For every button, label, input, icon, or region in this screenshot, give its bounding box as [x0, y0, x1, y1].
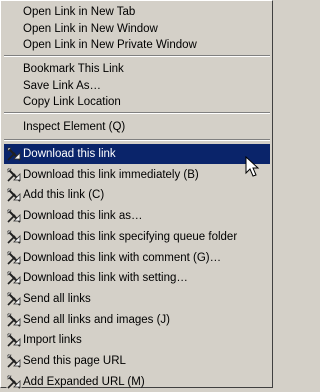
menu-item-download-link-as[interactable]: Download this link as… — [4, 206, 270, 226]
menu-separator — [4, 55, 270, 57]
menu-item-download-this-link[interactable]: Download this link — [4, 144, 270, 164]
menu-item-label: Open Link in New Private Window — [23, 39, 197, 51]
menu-item-label: Download this link with comment (G)… — [23, 251, 222, 264]
menu-item-label: Send this page URL — [23, 355, 126, 367]
downloader-arrow-icon — [6, 312, 22, 328]
downloader-arrow-icon — [6, 270, 22, 286]
menu-item-label: Download this link with setting… — [23, 272, 188, 285]
mouse-pointer-icon — [245, 156, 260, 177]
downloader-arrow-icon — [6, 229, 22, 245]
menu-item-send-page-url[interactable]: Send this page URL — [4, 351, 270, 371]
menu-item-send-all-links-and-images[interactable]: Send all links and images (J) — [4, 310, 270, 330]
menu-item-import-links[interactable]: Import links — [4, 330, 270, 350]
downloader-arrow-icon — [6, 374, 22, 390]
menu-separator — [4, 112, 270, 114]
menu-item-label: Download this link specifying queue fold… — [23, 230, 238, 243]
menu-item-inspect-element[interactable]: Inspect Element (Q) — [4, 117, 270, 137]
downloader-arrow-icon — [6, 332, 22, 348]
menu-item-add-expanded-url[interactable]: Add Expanded URL (M) — [4, 372, 270, 392]
menu-item-label: Inspect Element (Q) — [23, 121, 126, 133]
menu-item-label: Copy Link Location — [23, 96, 121, 108]
menu-item-label: Send all links and images (J) — [23, 313, 171, 326]
downloader-arrow-icon — [6, 146, 22, 162]
downloader-arrow-icon — [6, 167, 22, 183]
menu-item-download-immediately[interactable]: Download this link immediately (B) — [4, 165, 270, 185]
menu-item-label: Download this link — [23, 148, 116, 160]
menu-separator — [4, 139, 270, 141]
menu-item-label: Download this link immediately (B) — [23, 168, 199, 181]
menu-item-label: Send all links — [23, 292, 91, 305]
menu-item-download-specifying-queue-folder[interactable]: Download this link specifying queue fold… — [4, 227, 270, 247]
menu-item-label: Download this link as… — [23, 210, 143, 223]
menu-item-download-with-comment[interactable]: Download this link with comment (G)… — [4, 248, 270, 268]
downloader-arrow-icon — [6, 187, 22, 203]
menu-item-copy-link-location[interactable]: Copy Link Location — [4, 92, 270, 112]
menu-item-label: Add Expanded URL (M) — [23, 375, 145, 388]
menu-item-open-private-window[interactable]: Open Link in New Private Window — [4, 35, 270, 55]
downloader-arrow-icon — [6, 250, 22, 265]
menu-item-add-this-link[interactable]: Add this link (C) — [4, 185, 270, 205]
menu-item-label: Add this link (C) — [23, 189, 105, 202]
context-menu: Open Link in New Tab Open Link in New Wi… — [0, 0, 273, 390]
downloader-arrow-icon — [6, 291, 22, 307]
menu-item-download-with-setting[interactable]: Download this link with setting… — [4, 268, 270, 288]
downloader-arrow-icon — [6, 208, 22, 224]
downloader-arrow-icon — [6, 353, 22, 369]
menu-item-send-all-links[interactable]: Send all links — [4, 289, 270, 309]
menu-item-label: Import links — [23, 334, 82, 347]
